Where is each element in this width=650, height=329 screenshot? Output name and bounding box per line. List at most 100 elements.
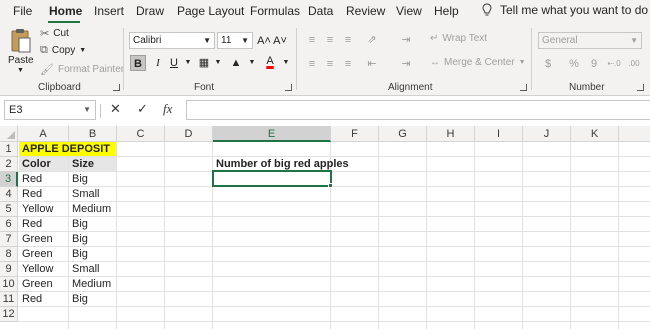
clipboard-launcher-icon[interactable] (113, 84, 120, 91)
column-header-b[interactable]: B (69, 126, 117, 142)
row-header-3[interactable]: 3 (0, 172, 18, 187)
cell-a2-header[interactable]: Color (19, 157, 68, 171)
cell-a7[interactable]: Green (19, 232, 53, 246)
orientation-icon[interactable]: ⇗ (364, 32, 380, 48)
cell-b10[interactable]: Medium (69, 277, 111, 291)
name-box[interactable]: E3 ▼ (4, 100, 96, 120)
font-name-combo[interactable]: Calibri ▼ (129, 32, 215, 49)
formula-input[interactable] (186, 100, 650, 120)
align-right-icon[interactable]: ≡ (340, 56, 356, 72)
cell-a1-title[interactable]: APPLE DEPOSIT (19, 142, 116, 156)
font-color-button[interactable]: A (262, 53, 278, 69)
cell-a5[interactable]: Yellow (19, 202, 53, 216)
cell-a10[interactable]: Green (19, 277, 53, 291)
decrease-indent-icon[interactable]: ⇤ (364, 56, 380, 72)
align-bottom-icon[interactable]: ≡ (340, 32, 356, 48)
select-all-button[interactable] (0, 126, 18, 142)
tab-page-layout[interactable]: Page Layout (177, 4, 244, 18)
decrease-decimal-button[interactable]: .00 (626, 56, 642, 72)
chevron-down-icon[interactable]: ▼ (244, 55, 260, 71)
font-launcher-icon[interactable] (285, 84, 292, 91)
increase-indent-icon[interactable]: ⇥ (398, 56, 414, 72)
column-header-i[interactable]: I (475, 126, 523, 142)
tab-home[interactable]: Home (49, 4, 82, 18)
column-header-l[interactable] (619, 126, 650, 142)
cell-e2-label[interactable]: Number of big red apples (213, 157, 349, 171)
currency-button[interactable]: $ (540, 56, 556, 72)
tab-file[interactable]: File (13, 4, 32, 18)
cell-a4[interactable]: Red (19, 187, 42, 201)
row-header-12[interactable]: 12 (0, 307, 18, 322)
cell-a6[interactable]: Red (19, 217, 42, 231)
tab-review[interactable]: Review (346, 4, 385, 18)
row-header-6[interactable]: 6 (0, 217, 18, 232)
comma-style-button[interactable]: 9 (586, 56, 602, 72)
column-header-k[interactable]: K (571, 126, 619, 142)
fill-color-icon[interactable]: ▲ (228, 55, 244, 71)
cell-b6[interactable]: Big (69, 217, 88, 231)
italic-button[interactable]: I (150, 55, 166, 71)
row-header-7[interactable]: 7 (0, 232, 18, 247)
percent-button[interactable]: % (566, 56, 582, 72)
cell-b11[interactable]: Big (69, 292, 88, 306)
row-header-9[interactable]: 9 (0, 262, 18, 277)
cell-b5[interactable]: Medium (69, 202, 111, 216)
cancel-icon[interactable]: ✕ (110, 101, 121, 117)
cut-button[interactable]: ✂ Cut (40, 27, 69, 40)
row-header-10[interactable]: 10 (0, 277, 18, 292)
column-header-f[interactable]: F (331, 126, 379, 142)
align-center-icon[interactable]: ≡ (322, 56, 338, 72)
column-header-h[interactable]: H (427, 126, 475, 142)
column-header-j[interactable]: J (523, 126, 571, 142)
align-left-icon[interactable]: ≡ (304, 56, 320, 72)
insert-function-icon[interactable]: fx (163, 101, 172, 117)
cell-a3[interactable]: Red (19, 172, 42, 186)
grow-font-button[interactable]: A˄ (256, 33, 272, 49)
selected-cell-e3[interactable] (212, 170, 332, 187)
cell-b8[interactable]: Big (69, 247, 88, 261)
increase-decimal-button[interactable]: ⇠.0 (606, 56, 622, 72)
align-top-icon[interactable]: ≡ (304, 32, 320, 48)
number-launcher-icon[interactable] (637, 84, 644, 91)
cell-a8[interactable]: Green (19, 247, 53, 261)
chevron-down-icon[interactable]: ▼ (180, 55, 196, 71)
column-header-d[interactable]: D (165, 126, 213, 142)
tab-help[interactable]: Help (434, 4, 459, 18)
chevron-down-icon[interactable]: ▼ (210, 55, 226, 71)
fill-handle[interactable] (328, 183, 333, 188)
tab-draw[interactable]: Draw (136, 4, 164, 18)
font-size-combo[interactable]: 11 ▼ (217, 32, 253, 49)
column-header-c[interactable]: C (117, 126, 165, 142)
bold-button[interactable]: B (130, 55, 146, 71)
cell-a11[interactable]: Red (19, 292, 42, 306)
indent-icon[interactable]: ⇥ (398, 32, 414, 48)
cell-b7[interactable]: Big (69, 232, 88, 246)
tab-view[interactable]: View (396, 4, 422, 18)
cell-a9[interactable]: Yellow (19, 262, 53, 276)
tab-formulas[interactable]: Formulas (250, 4, 300, 18)
merge-center-button[interactable]: ↔ Merge & Center ▼ (430, 57, 526, 68)
enter-icon[interactable]: ✓ (137, 101, 148, 117)
column-header-g[interactable]: G (379, 126, 427, 142)
shrink-font-button[interactable]: A˅ (272, 33, 288, 49)
cell-b3[interactable]: Big (69, 172, 88, 186)
alignment-launcher-icon[interactable] (520, 84, 527, 91)
cell-b9[interactable]: Small (69, 262, 100, 276)
chevron-down-icon[interactable]: ▼ (278, 55, 294, 71)
row-header-8[interactable]: 8 (0, 247, 18, 262)
wrap-text-button[interactable]: ↵ Wrap Text (430, 33, 487, 44)
column-header-a[interactable]: A (18, 126, 69, 142)
row-header-2[interactable]: 2 (0, 157, 18, 172)
format-painter-button[interactable]: 🖌 Format Painter (40, 63, 124, 76)
paste-button[interactable]: Paste ▼ (8, 28, 34, 78)
column-header-e[interactable]: E (213, 126, 331, 142)
tab-data[interactable]: Data (308, 4, 333, 18)
cell-b4[interactable]: Small (69, 187, 100, 201)
tell-me-search[interactable]: Tell me what you want to do (482, 3, 648, 17)
tab-insert[interactable]: Insert (94, 4, 124, 18)
cell-b2-header[interactable]: Size (69, 157, 116, 171)
copy-button[interactable]: ⧉ Copy ▼ (40, 44, 86, 57)
row-header-5[interactable]: 5 (0, 202, 18, 217)
row-header-11[interactable]: 11 (0, 292, 18, 307)
align-middle-icon[interactable]: ≡ (322, 32, 338, 48)
